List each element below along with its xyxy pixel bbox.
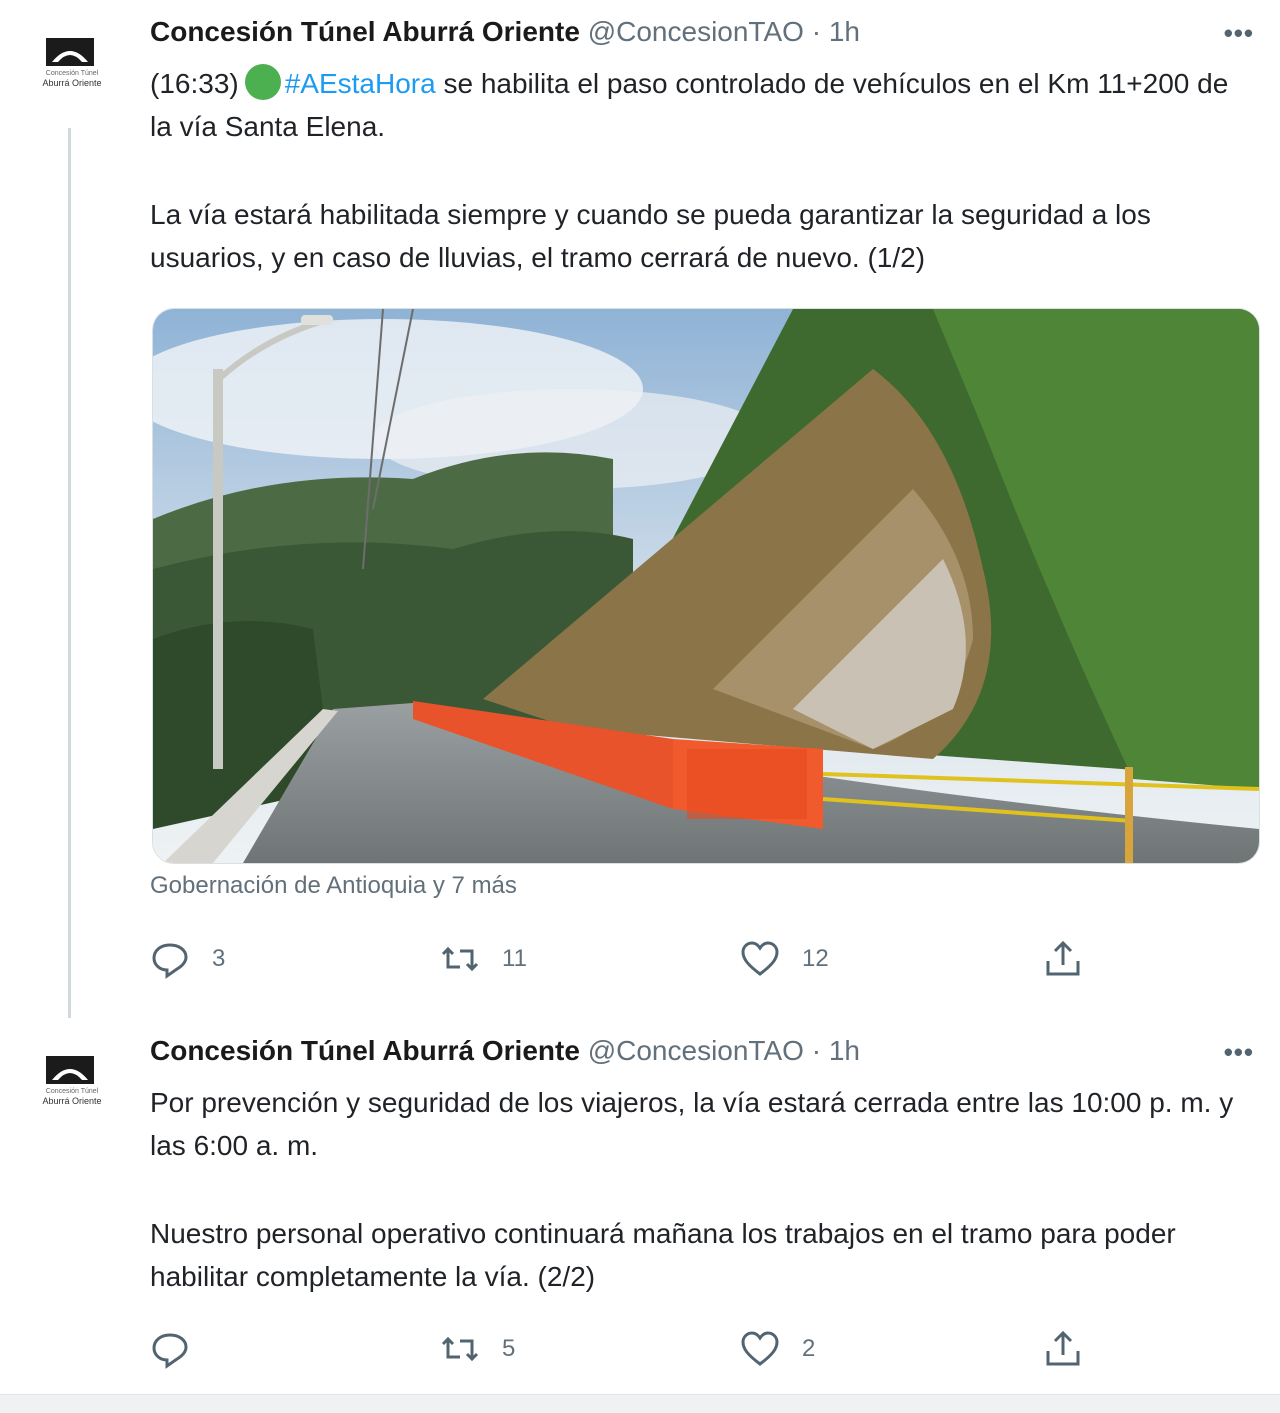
tweet-text: (16:33) #AEstaHora se habilita el paso co… <box>150 62 1250 279</box>
retweet-icon <box>441 1336 479 1362</box>
green-circle-icon <box>244 64 281 100</box>
tweet-actions: 3 11 12 <box>150 934 1250 984</box>
retweet-button[interactable]: 11 <box>440 934 527 984</box>
avatar-logo-small-text: Concesión Túnel <box>45 1088 99 1095</box>
retweet-button[interactable]: 5 <box>440 1324 515 1374</box>
reply-count: 3 <box>212 945 226 972</box>
tweet-paragraph: La vía estará habilitada siempre y cuand… <box>150 199 1151 273</box>
tweet-paragraph: Nuestro personal operativo continuará ma… <box>150 1218 1176 1292</box>
separator: · <box>803 1035 829 1066</box>
tweet-actions: 5 2 <box>150 1324 1250 1374</box>
landslide-road-photo <box>153 309 1259 863</box>
author-name[interactable]: Concesión Túnel Aburrá Oriente <box>150 1035 580 1066</box>
like-count: 12 <box>802 945 829 972</box>
more-icon[interactable]: ••• <box>1224 18 1254 49</box>
tunnel-logo-icon <box>46 38 94 66</box>
like-count: 2 <box>802 1335 816 1362</box>
time-prefix: (16:33) <box>150 68 239 99</box>
tunnel-logo-icon <box>46 1056 94 1084</box>
tweet-photo[interactable] <box>152 308 1260 864</box>
separator: · <box>803 16 829 47</box>
reply-icon <box>152 943 188 979</box>
reply-button[interactable] <box>150 1324 212 1374</box>
avatar-logo-text: Aburrá Oriente <box>42 1096 102 1106</box>
author-name[interactable]: Concesión Túnel Aburrá Oriente <box>150 16 580 47</box>
more-icon[interactable]: ••• <box>1224 1037 1254 1068</box>
bottom-divider <box>0 1394 1280 1413</box>
author-handle[interactable]: @ConcesionTAO <box>588 1035 804 1066</box>
author-handle[interactable]: @ConcesionTAO <box>588 16 804 47</box>
timestamp[interactable]: 1h <box>829 1035 860 1066</box>
like-icon <box>741 941 779 976</box>
tagged-users[interactable]: Gobernación de Antioquia y 7 más <box>150 872 517 900</box>
tweet-text: Por prevención y seguridad de los viajer… <box>150 1081 1250 1298</box>
avatar-logo-small-text: Concesión Túnel <box>45 70 99 77</box>
retweet-count: 5 <box>502 1335 516 1362</box>
share-button[interactable] <box>1043 1324 1083 1374</box>
timestamp[interactable]: 1h <box>829 16 860 47</box>
share-button[interactable] <box>1043 934 1083 984</box>
hashtag-link[interactable]: #AEstaHora <box>285 68 436 99</box>
tweet-1[interactable]: Concesión Túnel Aburrá Oriente Concesión… <box>0 0 1280 1018</box>
like-button[interactable]: 12 <box>740 934 829 984</box>
reply-icon <box>152 1333 188 1369</box>
tweet-paragraph: Por prevención y seguridad de los viajer… <box>150 1087 1234 1161</box>
avatar[interactable]: Concesión Túnel Aburrá Oriente <box>22 1052 122 1122</box>
share-icon <box>1046 940 1080 976</box>
share-icon <box>1046 1330 1080 1366</box>
avatar-logo-text: Aburrá Oriente <box>42 78 102 88</box>
avatar[interactable]: Concesión Túnel Aburrá Oriente <box>22 34 122 104</box>
reply-button[interactable]: 3 <box>150 934 225 984</box>
like-button[interactable]: 2 <box>740 1324 815 1374</box>
retweet-icon <box>441 946 479 972</box>
like-icon <box>741 1331 779 1366</box>
tweet-header: Concesión Túnel Aburrá Oriente @Concesio… <box>150 1035 860 1071</box>
tweet-header: Concesión Túnel Aburrá Oriente @Concesio… <box>150 16 860 52</box>
retweet-count: 11 <box>502 945 527 972</box>
